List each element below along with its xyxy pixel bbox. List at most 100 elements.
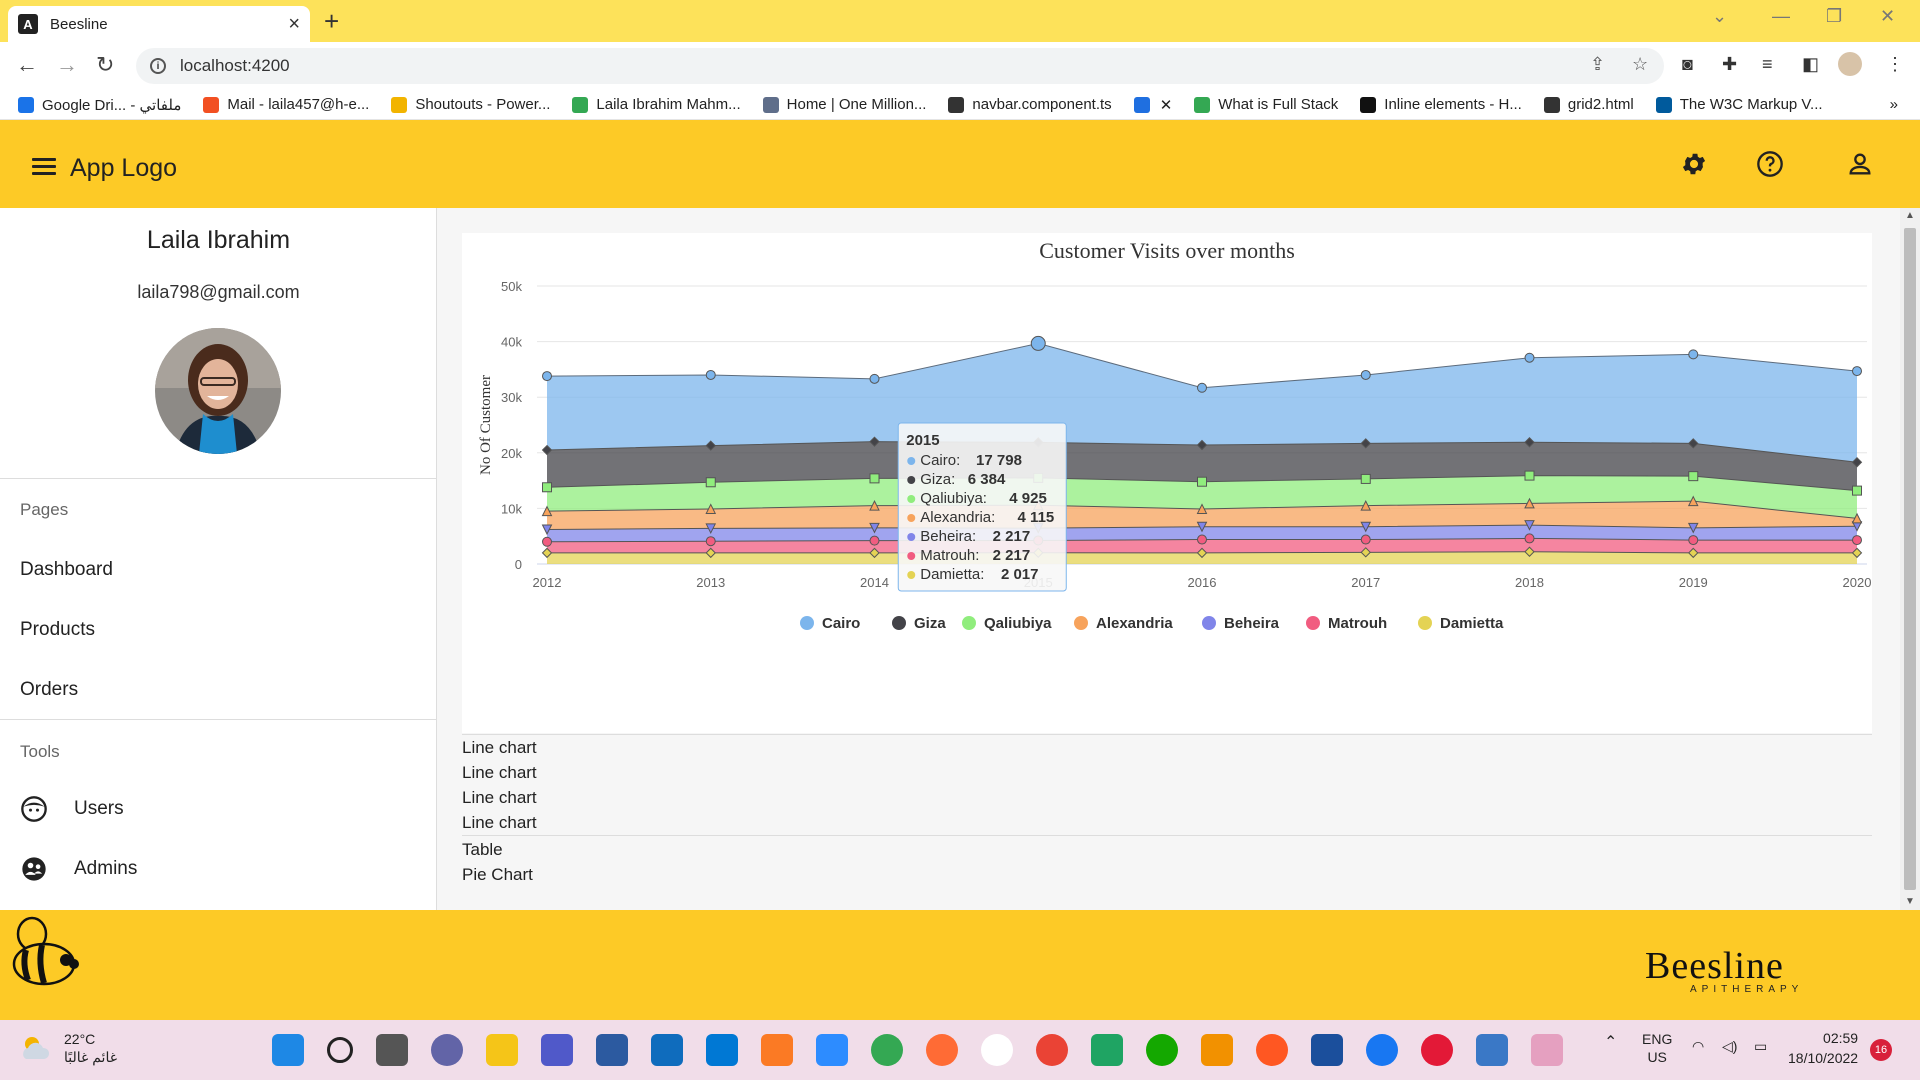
data-point-cairo[interactable] — [1030, 335, 1046, 351]
profile-avatar-icon[interactable] — [1838, 52, 1862, 76]
data-point-qaliubiya[interactable] — [1524, 470, 1535, 481]
messenger-icon[interactable] — [1366, 1034, 1398, 1066]
data-point-cairo[interactable] — [542, 371, 552, 382]
xampp-icon[interactable] — [761, 1034, 793, 1066]
outlook-icon[interactable] — [651, 1034, 683, 1066]
data-point-cairo[interactable] — [705, 369, 716, 380]
bookmark-item[interactable]: Home | One Million... — [762, 96, 926, 113]
window-close-icon[interactable]: ✕ — [1880, 6, 1895, 27]
scroll-up-icon[interactable]: ▲ — [1905, 210, 1915, 221]
youtube-music-icon[interactable] — [1421, 1034, 1453, 1066]
legend-item[interactable]: Giza — [892, 615, 946, 632]
media-icon[interactable]: ≡ — [1762, 54, 1773, 75]
data-point-cairo[interactable] — [1197, 382, 1207, 393]
close-tab-icon[interactable]: × — [288, 13, 300, 36]
language-indicator[interactable]: ENG US — [1642, 1030, 1672, 1066]
weather-widget[interactable]: 22°C غائم غالبًا — [20, 1030, 117, 1066]
task-view-icon[interactable] — [376, 1034, 408, 1066]
reload-icon[interactable]: ↻ — [96, 52, 114, 78]
nav-users[interactable]: Users — [20, 795, 124, 823]
data-point-qaliubiya[interactable] — [705, 477, 716, 488]
legend-item[interactable]: Cairo — [800, 615, 860, 632]
legend-item[interactable]: Alexandria — [1074, 615, 1173, 632]
data-point-qaliubiya[interactable] — [869, 473, 880, 484]
account-icon[interactable] — [1842, 146, 1878, 182]
teams-icon[interactable] — [541, 1034, 573, 1066]
share-icon[interactable]: ⇪ — [1590, 54, 1605, 75]
data-point-matrouh[interactable] — [705, 536, 716, 547]
forward-icon[interactable]: → — [56, 52, 78, 78]
bookmark-item[interactable]: Mail - laila457@h-e... — [203, 96, 369, 113]
snipping-tool-icon[interactable] — [1531, 1034, 1563, 1066]
site-info-icon[interactable]: i — [150, 58, 166, 74]
office-icon[interactable] — [1256, 1034, 1288, 1066]
bookmark-item[interactable]: Shoutouts - Power... — [391, 96, 550, 113]
minimize-icon[interactable]: — — [1772, 6, 1790, 27]
data-point-matrouh[interactable] — [869, 535, 880, 546]
data-point-matrouh[interactable] — [542, 536, 552, 547]
help-icon[interactable] — [1752, 146, 1788, 182]
data-point-qaliubiya[interactable] — [1852, 485, 1862, 496]
sheets-icon[interactable] — [1091, 1034, 1123, 1066]
nav-products[interactable]: Products — [20, 619, 95, 641]
data-point-cairo[interactable] — [1688, 349, 1699, 360]
restore-icon[interactable]: ❐ — [1826, 6, 1842, 27]
bookmark-item[interactable]: The W3C Markup V... — [1655, 96, 1823, 113]
close-icon[interactable]: ✕ — [1160, 96, 1173, 114]
browser-tab[interactable]: A Beesline × — [8, 6, 310, 42]
browser-menu-icon[interactable]: ⋮ — [1886, 54, 1904, 75]
tray-chevron-icon[interactable]: ⌃ — [1604, 1032, 1617, 1052]
menu-icon[interactable] — [32, 158, 56, 176]
notification-badge[interactable]: 16 — [1870, 1039, 1892, 1061]
scrollbar[interactable]: ▲ ▼ — [1900, 208, 1920, 910]
vscode-icon[interactable] — [706, 1034, 738, 1066]
bookmarks-overflow-icon[interactable]: » — [1890, 96, 1898, 113]
mongodb-icon[interactable] — [981, 1034, 1013, 1066]
start-icon[interactable] — [272, 1034, 304, 1066]
chevron-down-icon[interactable]: ⌄ — [1712, 6, 1727, 27]
settings-icon[interactable] — [1676, 146, 1712, 182]
chrome-profile-icon[interactable] — [1036, 1034, 1068, 1066]
virtualbox-icon[interactable] — [1311, 1034, 1343, 1066]
zoom-icon[interactable] — [816, 1034, 848, 1066]
data-point-cairo[interactable] — [869, 373, 880, 384]
nav-admins[interactable]: Admins — [20, 855, 137, 883]
file-explorer-icon[interactable] — [486, 1034, 518, 1066]
data-point-qaliubiya[interactable] — [1688, 471, 1699, 482]
data-point-qaliubiya[interactable] — [1360, 473, 1371, 484]
photos-icon[interactable] — [1476, 1034, 1508, 1066]
scroll-down-icon[interactable]: ▼ — [1905, 896, 1915, 907]
bookmark-star-icon[interactable]: ☆ — [1632, 54, 1648, 75]
legend-item[interactable]: Damietta — [1418, 615, 1504, 632]
scroll-thumb[interactable] — [1904, 228, 1916, 890]
data-point-cairo[interactable] — [1360, 369, 1371, 380]
postman-icon[interactable] — [926, 1034, 958, 1066]
legend-item[interactable]: Qaliubiya — [962, 615, 1052, 632]
bookmark-item[interactable]: Inline elements - H... — [1360, 96, 1522, 113]
extensions-icon[interactable]: ✚ — [1722, 54, 1737, 75]
volume-icon[interactable]: ◁) — [1722, 1038, 1737, 1055]
data-point-matrouh[interactable] — [1688, 535, 1699, 546]
data-point-cairo[interactable] — [1852, 366, 1862, 377]
app-logo[interactable]: App Logo — [70, 154, 177, 183]
data-point-qaliubiya[interactable] — [542, 482, 552, 493]
upwork-icon[interactable] — [1146, 1034, 1178, 1066]
data-point-matrouh[interactable] — [1197, 534, 1207, 545]
legend-item[interactable]: Beheira — [1202, 615, 1280, 632]
layers-icon[interactable] — [1201, 1034, 1233, 1066]
legend-item[interactable]: Matrouh — [1306, 615, 1387, 632]
data-point-qaliubiya[interactable] — [1197, 476, 1207, 487]
new-tab-icon[interactable]: + — [324, 6, 339, 37]
wifi-icon[interactable]: ◠ — [1692, 1038, 1704, 1055]
nav-orders[interactable]: Orders — [20, 679, 78, 701]
battery-icon[interactable]: ▭ — [1754, 1038, 1767, 1055]
chat-icon[interactable] — [431, 1034, 463, 1066]
back-icon[interactable]: ← — [16, 52, 38, 78]
search-icon[interactable] — [327, 1037, 353, 1063]
store-icon[interactable] — [596, 1034, 628, 1066]
bookmark-item[interactable]: What is Full Stack — [1194, 96, 1338, 113]
sidepanel-icon[interactable]: ◧ — [1802, 54, 1819, 75]
bookmark-item[interactable]: navbar.component.ts — [948, 96, 1112, 113]
camera-icon[interactable]: ◙ — [1682, 54, 1693, 75]
data-point-matrouh[interactable] — [1852, 535, 1862, 546]
